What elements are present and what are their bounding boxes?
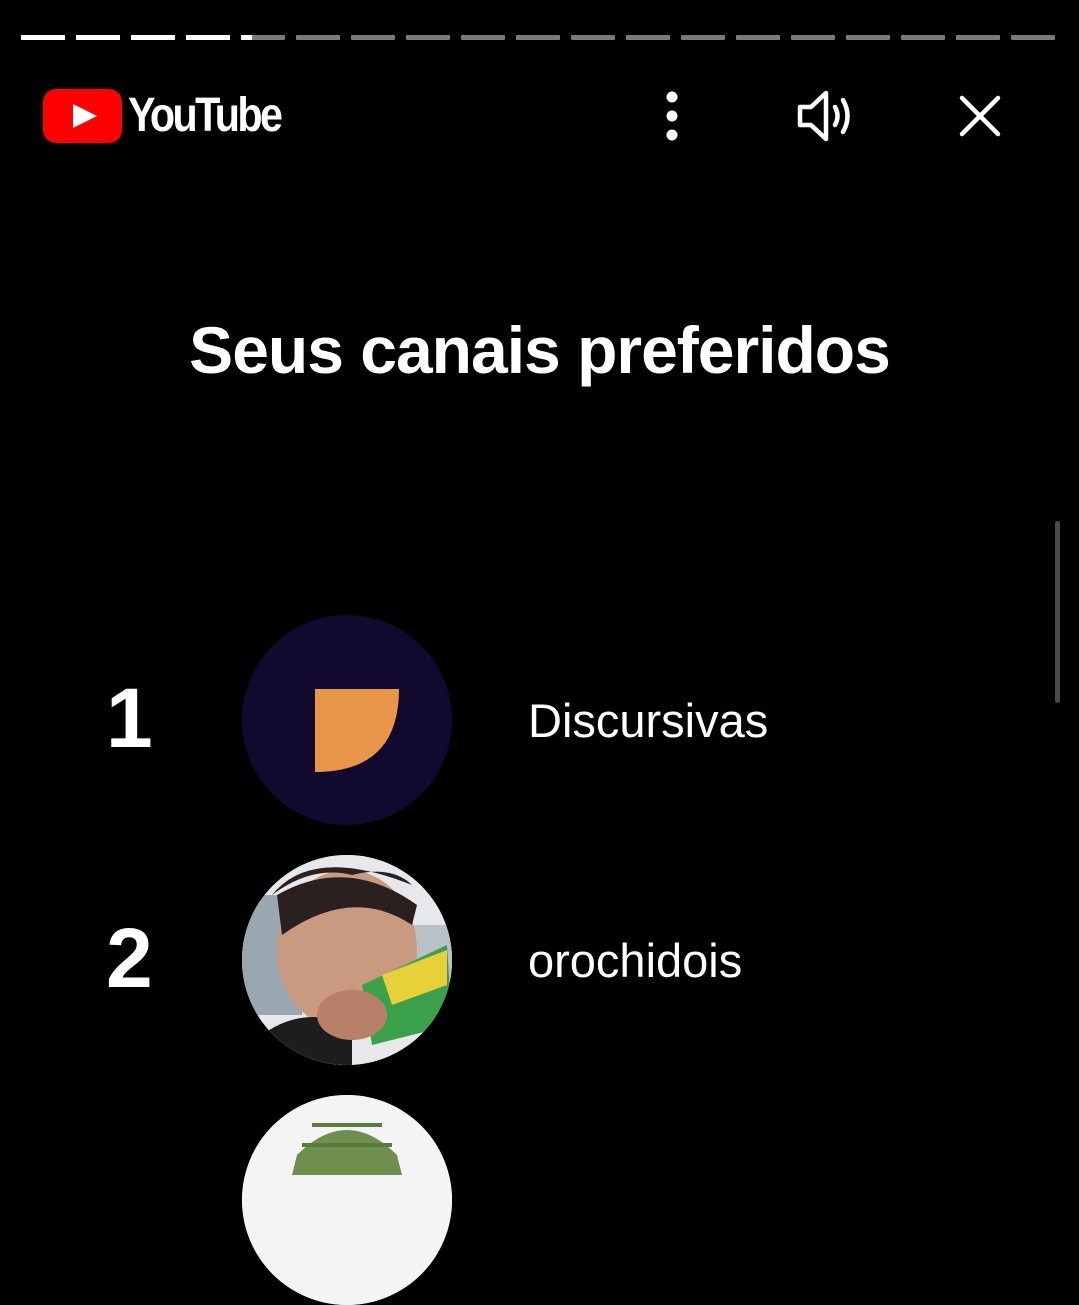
channel-rank: 2 [106, 911, 153, 1005]
channel-name: orochidois [528, 934, 743, 987]
story-progress-segment [406, 35, 450, 40]
story-progress-segment [791, 35, 835, 40]
story-progress-segment [901, 35, 945, 40]
story-progress-segment [296, 35, 340, 40]
more-vert-icon [666, 91, 678, 141]
channel-row[interactable]: 1 Discursivas [0, 615, 1079, 825]
story-progress-segment [461, 35, 505, 40]
channel-avatar [242, 615, 452, 825]
story-progress-segment [351, 35, 395, 40]
story-progress-segment [846, 35, 890, 40]
channel-row[interactable] [0, 1095, 1079, 1305]
story-progress-segment [186, 35, 230, 40]
story-progress-fill [76, 35, 120, 40]
more-options-button[interactable] [636, 80, 708, 152]
story-progress-segment [681, 35, 725, 40]
story-progress-segment [626, 35, 670, 40]
close-icon [959, 95, 1001, 137]
volume-on-icon [797, 90, 850, 142]
story-progress-segment [1011, 35, 1055, 40]
channel-row[interactable]: 2 orochidois [0, 855, 1079, 1065]
story-progress-segment [21, 35, 65, 40]
person-photo-icon [242, 855, 452, 1065]
story-progress-segment [956, 35, 1000, 40]
logo-text: YouTube [128, 89, 283, 142]
youtube-play-icon [43, 88, 122, 143]
page-title: Seus canais preferidos [189, 313, 891, 387]
person-photo-icon [242, 1095, 452, 1305]
sound-toggle-button[interactable] [790, 80, 862, 152]
story-progress-fill [21, 35, 65, 40]
story-progress-segment [516, 35, 560, 40]
story-progress-segment [241, 35, 285, 40]
story-progress-fill [241, 35, 252, 40]
channel-avatar [242, 855, 452, 1065]
story-progress-fill [186, 35, 230, 40]
story-progress-bar [21, 35, 1055, 40]
channel-rank: 1 [106, 671, 153, 765]
story-progress-segment [736, 35, 780, 40]
channel-avatar [242, 1095, 452, 1305]
story-progress-segment [131, 35, 175, 40]
story-progress-segment [76, 35, 120, 40]
youtube-logo: YouTube [43, 88, 305, 143]
channel-name: Discursivas [528, 694, 769, 747]
close-button[interactable] [944, 80, 1016, 152]
story-progress-fill [131, 35, 175, 40]
story-progress-segment [571, 35, 615, 40]
discursivas-logo-icon [315, 689, 399, 772]
